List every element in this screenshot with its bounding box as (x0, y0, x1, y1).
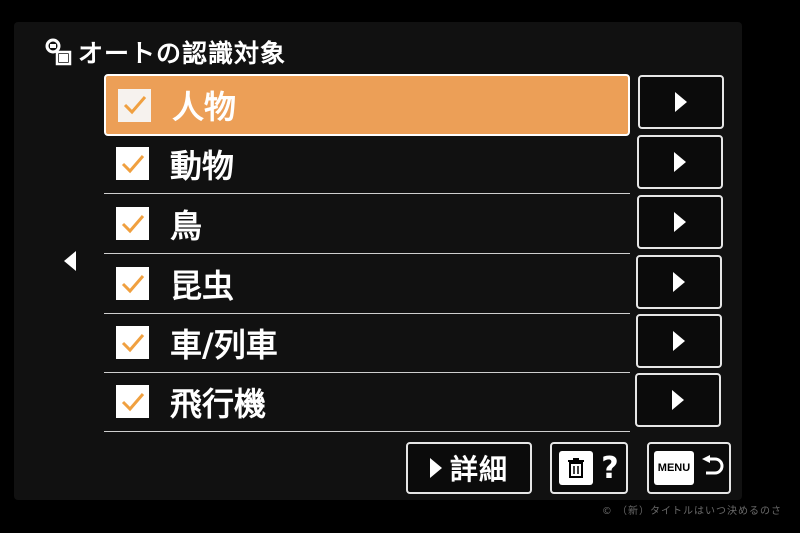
list-item-label: 人物 (172, 88, 237, 126)
detail-arrow-button-car-train[interactable] (636, 314, 722, 368)
detail-arrow-button-airplane[interactable] (635, 373, 721, 427)
checkbox-person[interactable] (118, 88, 151, 122)
check-icon (123, 96, 146, 115)
chevron-right-icon (673, 272, 685, 292)
list-item-bird[interactable]: 鳥 (104, 194, 630, 254)
checkbox-bird[interactable] (116, 207, 149, 240)
return-arrow-icon (702, 455, 724, 475)
delete-help-button[interactable]: ? (550, 442, 628, 494)
page-header: オートの認識対象 (44, 34, 286, 70)
list-item-person[interactable]: 人物 (104, 74, 630, 136)
chevron-right-icon (674, 212, 686, 232)
check-icon (121, 333, 144, 352)
detail-arrow-button-person[interactable] (638, 75, 724, 129)
list-item-label: 動物 (170, 146, 235, 185)
checkbox-insect[interactable] (116, 267, 149, 300)
page-left-arrow-icon[interactable] (64, 251, 76, 271)
list-item-car-train[interactable]: 車/列車 (104, 313, 630, 373)
checkbox-animal[interactable] (116, 147, 149, 180)
check-icon (121, 274, 144, 293)
check-icon (121, 214, 144, 233)
list-item-airplane[interactable]: 飛行機 (104, 372, 630, 432)
check-icon (121, 154, 144, 173)
detail-button-label: 詳細 (449, 453, 508, 486)
detail-arrow-button-bird[interactable] (637, 195, 723, 249)
list-item-insect[interactable]: 昆虫 (104, 254, 630, 314)
chevron-right-icon (673, 331, 685, 351)
list-item-label: 昆虫 (170, 266, 235, 305)
checkbox-airplane[interactable] (116, 385, 149, 418)
menu-icon: MENU (654, 451, 694, 485)
check-icon (121, 392, 144, 411)
chevron-right-icon (674, 152, 686, 172)
chevron-right-icon (672, 390, 684, 410)
list-item-label: 飛行機 (170, 384, 267, 423)
menu-label: MENU (657, 462, 691, 474)
watermark-text: © （新）タイトルはいつ決めるのさ (601, 506, 782, 517)
list-item-animal[interactable]: 動物 (104, 134, 630, 194)
chevron-right-icon (675, 92, 687, 112)
list-item-label: 鳥 (170, 206, 203, 245)
detail-button[interactable]: 詳細 (406, 442, 532, 494)
trash-icon (559, 451, 594, 485)
help-label: ? (601, 450, 619, 486)
checkbox-car-train[interactable] (116, 326, 149, 359)
detail-arrow-button-animal[interactable] (637, 135, 723, 189)
play-triangle-icon (429, 458, 442, 478)
detail-arrow-button-insect[interactable] (636, 255, 722, 309)
menu-back-button[interactable]: MENU (647, 442, 731, 494)
subject-recognition-icon (45, 38, 72, 66)
page-title: オートの認識対象 (78, 39, 287, 68)
list-item-label: 車/列車 (170, 325, 278, 364)
